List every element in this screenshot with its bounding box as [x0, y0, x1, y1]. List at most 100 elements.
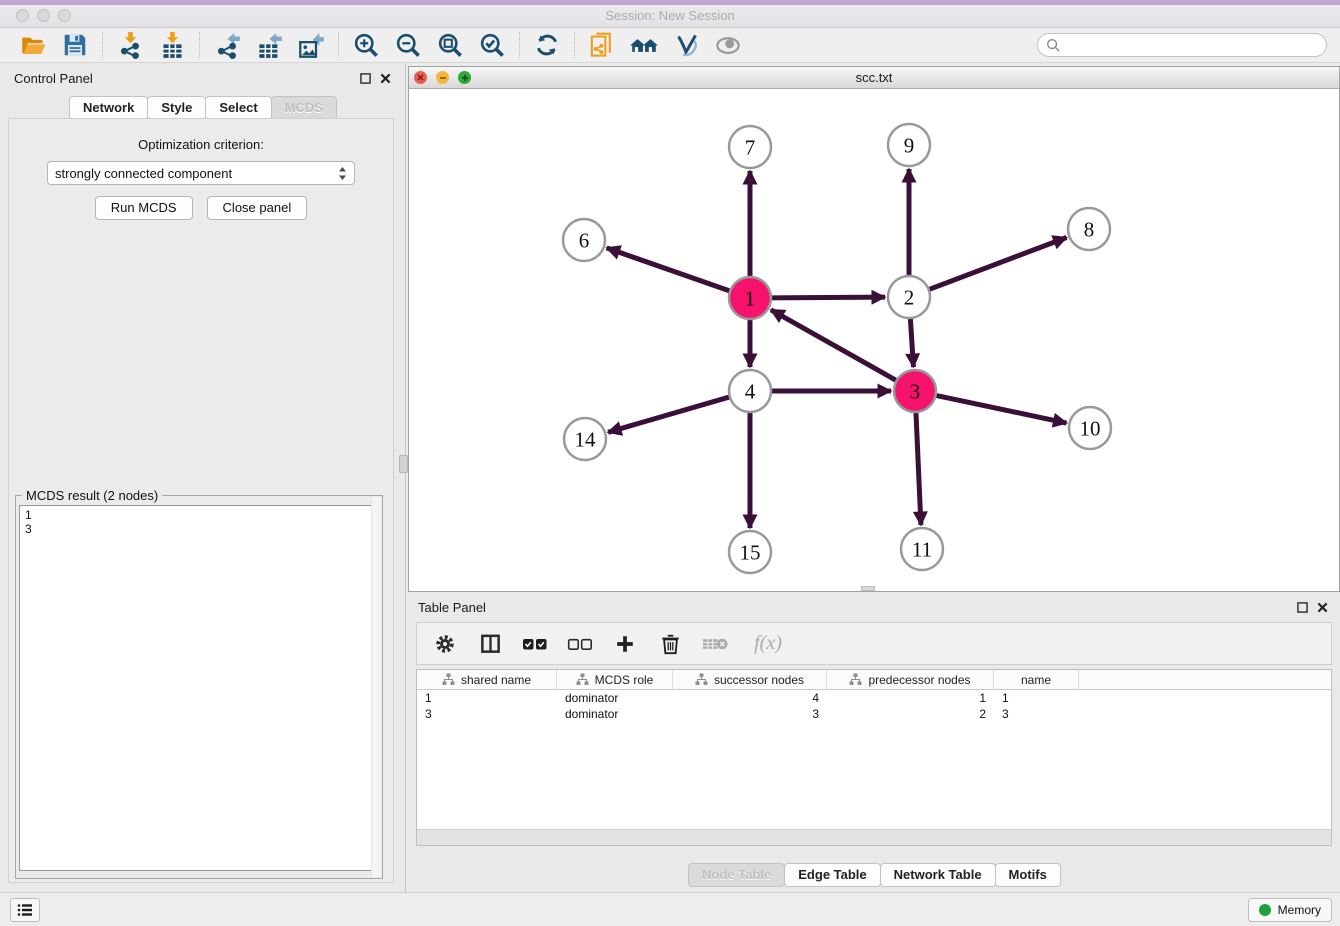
tab-motifs[interactable]: Motifs [995, 863, 1061, 887]
canvas-resize-grip[interactable] [861, 586, 875, 591]
optimization-criterion-select[interactable]: strongly connected component [47, 161, 355, 185]
graph-edge-2-8[interactable] [927, 237, 1067, 290]
result-scrollbar[interactable] [371, 497, 381, 877]
close-panel-button[interactable]: Close panel [207, 196, 308, 220]
table-settings-button[interactable] [431, 630, 459, 658]
network-window-titlebar[interactable]: scc.txt [409, 67, 1339, 89]
column-header-mcds-role[interactable]: MCDS role [557, 670, 673, 689]
table-row[interactable]: 1 dominator 4 1 1 [417, 690, 1331, 706]
tab-mcds[interactable]: MCDS [271, 96, 337, 120]
run-mcds-button[interactable]: Run MCDS [95, 196, 193, 220]
unchecked-boxes-icon [567, 636, 593, 652]
tab-style[interactable]: Style [147, 96, 206, 120]
table-column-layout-button[interactable] [476, 630, 504, 658]
zoom-fit-button[interactable] [433, 30, 467, 60]
search-input[interactable] [1061, 38, 1326, 53]
open-folder-icon [20, 32, 47, 59]
network-graph[interactable]: 7968124314101511 [409, 89, 1339, 591]
delete-column-button[interactable] [656, 630, 684, 658]
control-panel-tabs: Network Style Select MCDS [0, 96, 405, 120]
close-panel-icon[interactable] [1317, 602, 1328, 613]
cell-shared-name[interactable]: 1 [417, 690, 557, 706]
export-network-button[interactable] [210, 30, 244, 60]
import-table-button[interactable] [155, 30, 189, 60]
eye-button[interactable] [711, 30, 745, 60]
cell-mcds-role[interactable]: dominator [557, 706, 673, 722]
cell-successor-nodes[interactable]: 4 [673, 690, 827, 706]
delete-table-button[interactable] [701, 630, 729, 658]
chevron-updown-icon [338, 166, 347, 181]
graph-node-label-1: 1 [745, 287, 756, 311]
task-history-button[interactable] [10, 898, 40, 922]
graph-edge-3-11[interactable] [916, 410, 921, 525]
cell-mcds-role[interactable]: dominator [557, 690, 673, 706]
cell-predecessor-nodes[interactable]: 1 [827, 690, 994, 706]
home-button[interactable] [627, 30, 661, 60]
tab-node-table[interactable]: Node Table [688, 863, 785, 887]
node-table: shared name MCDS role successor nodes pr… [416, 669, 1332, 846]
graph-node-label-8: 8 [1084, 218, 1095, 242]
titlebar-accent-strip [0, 0, 1340, 5]
table-horizontal-scrollbar[interactable] [417, 829, 1331, 845]
mcds-result-text[interactable]: 1 3 [19, 505, 379, 871]
select-all-columns-button[interactable] [521, 630, 549, 658]
graph-node-label-9: 9 [904, 134, 915, 158]
graph-node-label-6: 6 [579, 229, 590, 253]
network-canvas[interactable]: 7968124314101511 [409, 89, 1339, 591]
column-header-predecessor-nodes[interactable]: predecessor nodes [827, 670, 994, 689]
graph-node-label-4: 4 [745, 380, 756, 404]
mcds-panel-body: Optimization criterion: strongly connect… [8, 118, 394, 883]
graph-edge-1-2[interactable] [769, 297, 885, 298]
function-builder-button[interactable]: f(x) [746, 630, 790, 658]
graph-node-label-10: 10 [1080, 417, 1101, 441]
cell-shared-name[interactable]: 3 [417, 706, 557, 722]
column-header-name[interactable]: name [994, 670, 1079, 689]
graphics-details-icon [673, 32, 700, 59]
cell-successor-nodes[interactable]: 3 [673, 706, 827, 722]
zoom-out-button[interactable] [391, 30, 425, 60]
eye-icon [714, 32, 742, 59]
deselect-all-columns-button[interactable] [566, 630, 594, 658]
panel-splitter-grip[interactable] [399, 455, 408, 473]
column-header-successor-nodes[interactable]: successor nodes [673, 670, 827, 689]
column-header-shared-name[interactable]: shared name [417, 670, 557, 689]
create-column-button[interactable] [611, 630, 639, 658]
cell-name[interactable]: 3 [994, 706, 1079, 722]
network-window-title: scc.txt [409, 70, 1339, 85]
mcds-result-title: MCDS result (2 nodes) [22, 488, 162, 503]
memory-label: Memory [1278, 903, 1321, 917]
attribute-tree-icon [576, 673, 589, 686]
graph-node-label-15: 15 [740, 541, 761, 565]
float-panel-icon[interactable] [1297, 602, 1308, 613]
zoom-in-button[interactable] [349, 30, 383, 60]
clone-network-button[interactable] [585, 30, 619, 60]
open-session-button[interactable] [16, 30, 50, 60]
graph-edge-3-10[interactable] [934, 395, 1067, 423]
export-image-button[interactable] [294, 30, 328, 60]
zoom-selected-button[interactable] [475, 30, 509, 60]
graph-edge-2-3[interactable] [910, 316, 913, 367]
import-network-button[interactable] [113, 30, 147, 60]
tab-network[interactable]: Network [69, 96, 148, 120]
graphics-details-button[interactable] [669, 30, 703, 60]
tab-select[interactable]: Select [205, 96, 271, 120]
save-session-button[interactable] [58, 30, 92, 60]
memory-button[interactable]: Memory [1248, 898, 1332, 922]
export-table-button[interactable] [252, 30, 286, 60]
tab-network-table[interactable]: Network Table [880, 863, 996, 887]
delete-table-icon [702, 635, 729, 653]
refresh-layout-button[interactable] [530, 30, 564, 60]
cell-name[interactable]: 1 [994, 690, 1079, 706]
float-panel-icon[interactable] [360, 73, 371, 84]
cell-predecessor-nodes[interactable]: 2 [827, 706, 994, 722]
graph-node-label-7: 7 [745, 136, 756, 160]
close-panel-icon[interactable] [380, 73, 391, 84]
tab-edge-table[interactable]: Edge Table [784, 863, 880, 887]
graph-edge-3-1[interactable] [771, 310, 899, 382]
graph-edge-4-14[interactable] [608, 396, 732, 432]
graph-node-label-2: 2 [904, 286, 915, 310]
table-row[interactable]: 3 dominator 3 2 3 [417, 706, 1331, 722]
save-floppy-icon [62, 32, 88, 58]
graph-edge-1-6[interactable] [607, 248, 732, 292]
table-header-row: shared name MCDS role successor nodes pr… [417, 670, 1331, 690]
